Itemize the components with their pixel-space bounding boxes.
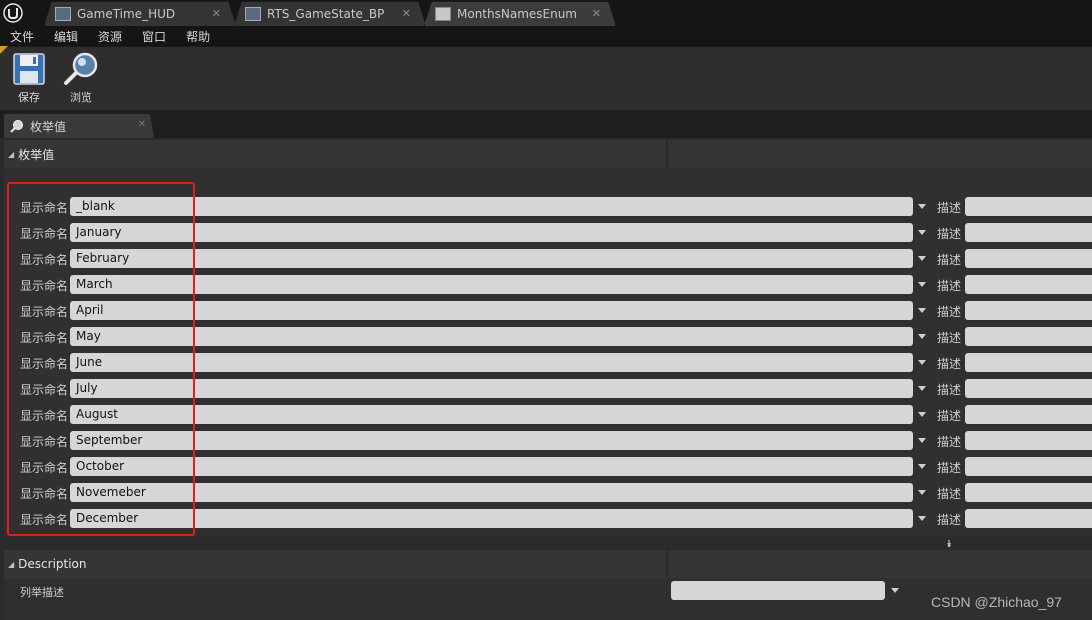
magnifier-icon xyxy=(64,52,98,85)
enum-description-input[interactable] xyxy=(671,581,885,600)
display-name-input[interactable]: July xyxy=(70,379,913,398)
close-icon[interactable]: ✕ xyxy=(592,7,601,20)
section-title: 枚举值 xyxy=(18,147,55,162)
expand-down-icon[interactable]: ⯯ xyxy=(946,539,952,550)
description-label: 描述 xyxy=(937,227,962,241)
save-icon xyxy=(13,53,45,85)
menu-help[interactable]: 帮助 xyxy=(186,28,210,45)
display-name-input[interactable]: February xyxy=(70,249,913,268)
menu-file[interactable]: 文件 xyxy=(10,28,34,45)
details-magnifier-icon xyxy=(10,119,24,133)
chevron-down-icon[interactable] xyxy=(918,282,926,287)
chevron-down-icon[interactable] xyxy=(918,204,926,209)
chevron-down-icon[interactable] xyxy=(918,334,926,339)
collapse-triangle-icon[interactable]: ◢ xyxy=(8,560,14,569)
close-icon[interactable]: ✕ xyxy=(402,7,411,20)
close-icon[interactable]: ✕ xyxy=(138,119,146,130)
browse-label: 浏览 xyxy=(70,91,92,104)
display-name-input[interactable]: March xyxy=(70,275,913,294)
description-label: 描述 xyxy=(937,331,962,345)
chevron-down-icon[interactable] xyxy=(918,464,926,469)
column-divider[interactable] xyxy=(666,140,668,168)
display-name-input[interactable]: Novemeber xyxy=(70,483,913,502)
menu-window[interactable]: 窗口 xyxy=(142,28,166,45)
description-input[interactable] xyxy=(965,249,1092,268)
browse-button[interactable]: 浏览 xyxy=(59,51,103,107)
blueprint-icon xyxy=(245,7,261,21)
menu-bar: 文件 编辑 资源 窗口 帮助 xyxy=(0,26,1092,46)
description-input[interactable] xyxy=(965,223,1092,242)
description-input[interactable] xyxy=(965,509,1092,528)
description-input[interactable] xyxy=(965,353,1092,372)
display-name-input[interactable]: October xyxy=(70,457,913,476)
panel-tab-row: 枚举值 ✕ xyxy=(0,110,1092,138)
description-label: 描述 xyxy=(937,279,962,293)
widget-blueprint-icon xyxy=(55,7,71,21)
description-input[interactable] xyxy=(965,327,1092,346)
display-name-input[interactable]: August xyxy=(70,405,913,424)
tab-label: RTS_GameState_BP xyxy=(267,7,385,21)
display-name-input[interactable]: December xyxy=(70,509,913,528)
chevron-down-icon[interactable] xyxy=(918,360,926,365)
description-label: 描述 xyxy=(937,409,962,423)
collapse-triangle-icon[interactable]: ◢ xyxy=(8,150,14,159)
tab-rts-gamestate-bp[interactable]: RTS_GameState_BP ✕ xyxy=(234,1,426,26)
tab-monthsnamesenum[interactable]: MonthsNamesEnum ✕ xyxy=(424,1,616,26)
chevron-down-icon[interactable] xyxy=(918,230,926,235)
enum-description-label: 列举描述 xyxy=(20,586,64,599)
description-label: 描述 xyxy=(937,357,962,371)
toolbar: 保存 浏览 xyxy=(0,46,1092,110)
watermark: CSDN @Zhichao_97 xyxy=(931,594,1062,610)
save-button[interactable]: 保存 xyxy=(7,51,51,107)
section-title: Description xyxy=(18,557,87,571)
chevron-down-icon[interactable] xyxy=(891,588,899,593)
enum-icon xyxy=(435,7,451,21)
description-section-header[interactable]: ◢ Description xyxy=(4,550,1092,578)
panel-tab-label: 枚举值 xyxy=(30,119,67,134)
enumerators-section-header[interactable]: ◢ 枚举值 xyxy=(4,140,1092,168)
save-label: 保存 xyxy=(18,91,40,104)
chevron-down-icon[interactable] xyxy=(918,490,926,495)
description-input[interactable] xyxy=(965,301,1092,320)
menu-asset[interactable]: 资源 xyxy=(98,28,122,45)
description-label: 描述 xyxy=(937,383,962,397)
description-input[interactable] xyxy=(965,457,1092,476)
tab-enumerators[interactable]: 枚举值 ✕ xyxy=(4,114,154,138)
display-name-input[interactable]: May xyxy=(70,327,913,346)
description-input[interactable] xyxy=(965,431,1092,450)
menu-edit[interactable]: 编辑 xyxy=(54,28,78,45)
chevron-down-icon[interactable] xyxy=(918,438,926,443)
description-label: 描述 xyxy=(937,461,962,475)
toolbar-accent xyxy=(0,46,8,54)
close-icon[interactable]: ✕ xyxy=(212,7,221,20)
display-name-input[interactable]: _blank xyxy=(70,197,913,216)
document-tab-bar: GameTime_HUD ✕ RTS_GameState_BP ✕ Months… xyxy=(0,0,1092,26)
description-row xyxy=(4,578,1092,620)
display-name-input[interactable]: January xyxy=(70,223,913,242)
unreal-engine-logo-icon[interactable] xyxy=(0,0,26,26)
description-label: 描述 xyxy=(937,305,962,319)
description-label: 描述 xyxy=(937,253,962,267)
chevron-down-icon[interactable] xyxy=(918,256,926,261)
description-label: 描述 xyxy=(937,513,962,527)
chevron-down-icon[interactable] xyxy=(918,308,926,313)
description-label: 描述 xyxy=(937,201,962,215)
tab-label: MonthsNamesEnum xyxy=(457,7,577,21)
description-input[interactable] xyxy=(965,483,1092,502)
description-input[interactable] xyxy=(965,197,1092,216)
description-input[interactable] xyxy=(965,379,1092,398)
description-label: 描述 xyxy=(937,487,962,501)
tab-label: GameTime_HUD xyxy=(77,7,176,21)
tab-gametime-hud[interactable]: GameTime_HUD ✕ xyxy=(44,1,236,26)
chevron-down-icon[interactable] xyxy=(918,386,926,391)
chevron-down-icon[interactable] xyxy=(918,516,926,521)
display-name-input[interactable]: September xyxy=(70,431,913,450)
description-input[interactable] xyxy=(965,405,1092,424)
description-label: 描述 xyxy=(937,435,962,449)
display-name-input[interactable]: June xyxy=(70,353,913,372)
chevron-down-icon[interactable] xyxy=(918,412,926,417)
display-name-input[interactable]: April xyxy=(70,301,913,320)
highlight-annotation-box xyxy=(7,182,195,536)
description-input[interactable] xyxy=(965,275,1092,294)
